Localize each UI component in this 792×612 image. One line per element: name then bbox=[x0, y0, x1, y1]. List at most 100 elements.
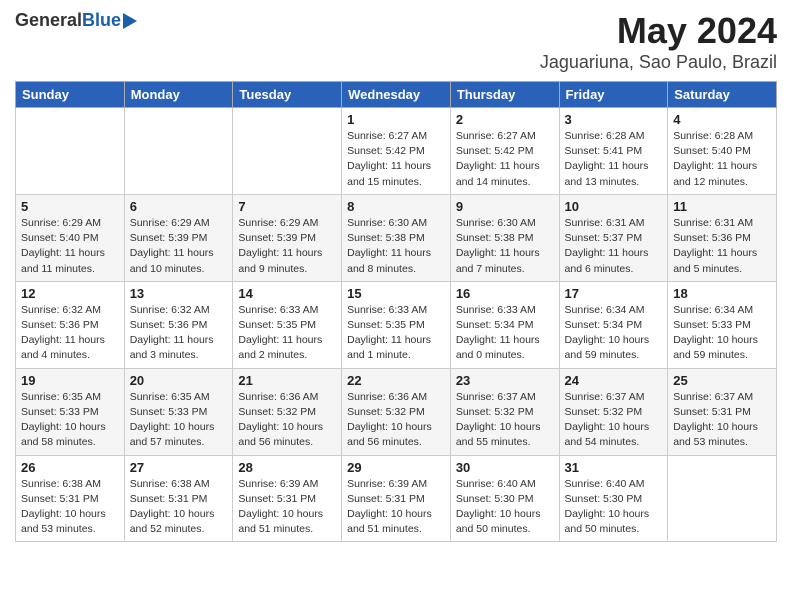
calendar-cell bbox=[16, 108, 125, 195]
day-number: 11 bbox=[673, 199, 771, 214]
day-info: Sunrise: 6:33 AM Sunset: 5:35 PM Dayligh… bbox=[347, 303, 445, 364]
calendar-cell: 25 Sunrise: 6:37 AM Sunset: 5:31 PM Dayli… bbox=[668, 368, 777, 455]
weekday-header-tuesday: Tuesday bbox=[233, 82, 342, 108]
logo-general: General bbox=[15, 10, 82, 31]
day-info: Sunrise: 6:30 AM Sunset: 5:38 PM Dayligh… bbox=[456, 216, 554, 277]
day-number: 6 bbox=[130, 199, 228, 214]
day-number: 7 bbox=[238, 199, 336, 214]
calendar-cell: 18Sunrise: 6:34 AM Sunset: 5:33 PM Dayli… bbox=[668, 281, 777, 368]
logo: General Blue bbox=[15, 10, 137, 31]
day-info: Sunrise: 6:28 AM Sunset: 5:41 PM Dayligh… bbox=[565, 129, 663, 190]
logo-arrow-icon bbox=[123, 13, 137, 29]
day-info: Sunrise: 6:37 AM Sunset: 5:31 PM Dayligh… bbox=[673, 390, 771, 451]
calendar-cell: 26 Sunrise: 6:38 AM Sunset: 5:31 PM Dayli… bbox=[16, 455, 125, 542]
day-number: 8 bbox=[347, 199, 445, 214]
day-number: 31 bbox=[565, 460, 663, 475]
calendar-week-row: 12 Sunrise: 6:32 AM Sunset: 5:36 PM Dayli… bbox=[16, 281, 777, 368]
calendar-cell: 16 Sunrise: 6:33 AM Sunset: 5:34 PM Dayli… bbox=[450, 281, 559, 368]
calendar-cell bbox=[233, 108, 342, 195]
day-number: 29 bbox=[347, 460, 445, 475]
calendar-cell: 21 Sunrise: 6:36 AM Sunset: 5:32 PM Dayli… bbox=[233, 368, 342, 455]
day-number: 12 bbox=[21, 286, 119, 301]
day-info: Sunrise: 6:31 AM Sunset: 5:36 PM Dayligh… bbox=[673, 216, 771, 277]
day-number: 27 bbox=[130, 460, 228, 475]
calendar-cell: 6 Sunrise: 6:29 AM Sunset: 5:39 PM Daylig… bbox=[124, 194, 233, 281]
calendar-cell: 7 Sunrise: 6:29 AM Sunset: 5:39 PM Daylig… bbox=[233, 194, 342, 281]
calendar-cell: 13 Sunrise: 6:32 AM Sunset: 5:36 PM Dayli… bbox=[124, 281, 233, 368]
calendar-cell: 4 Sunrise: 6:28 AM Sunset: 5:40 PM Daylig… bbox=[668, 108, 777, 195]
day-info: Sunrise: 6:39 AM Sunset: 5:31 PM Dayligh… bbox=[238, 477, 336, 538]
day-number: 10 bbox=[565, 199, 663, 214]
day-number: 26 bbox=[21, 460, 119, 475]
day-info: Sunrise: 6:32 AM Sunset: 5:36 PM Dayligh… bbox=[21, 303, 119, 364]
day-info: Sunrise: 6:36 AM Sunset: 5:32 PM Dayligh… bbox=[238, 390, 336, 451]
day-number: 1 bbox=[347, 112, 445, 127]
calendar-cell: 8 Sunrise: 6:30 AM Sunset: 5:38 PM Daylig… bbox=[342, 194, 451, 281]
day-info: Sunrise: 6:37 AM Sunset: 5:32 PM Dayligh… bbox=[456, 390, 554, 451]
calendar-cell: 19 Sunrise: 6:35 AM Sunset: 5:33 PM Dayli… bbox=[16, 368, 125, 455]
day-info: Sunrise: 6:28 AM Sunset: 5:40 PM Dayligh… bbox=[673, 129, 771, 190]
day-info: Sunrise: 6:27 AM Sunset: 5:42 PM Dayligh… bbox=[347, 129, 445, 190]
day-info: Sunrise: 6:35 AM Sunset: 5:33 PM Dayligh… bbox=[130, 390, 228, 451]
calendar-cell: 15Sunrise: 6:33 AM Sunset: 5:35 PM Dayli… bbox=[342, 281, 451, 368]
day-info: Sunrise: 6:29 AM Sunset: 5:39 PM Dayligh… bbox=[238, 216, 336, 277]
day-number: 16 bbox=[456, 286, 554, 301]
day-number: 2 bbox=[456, 112, 554, 127]
day-info: Sunrise: 6:32 AM Sunset: 5:36 PM Dayligh… bbox=[130, 303, 228, 364]
day-info: Sunrise: 6:31 AM Sunset: 5:37 PM Dayligh… bbox=[565, 216, 663, 277]
calendar-cell: 5Sunrise: 6:29 AM Sunset: 5:40 PM Daylig… bbox=[16, 194, 125, 281]
day-info: Sunrise: 6:33 AM Sunset: 5:34 PM Dayligh… bbox=[456, 303, 554, 364]
day-info: Sunrise: 6:39 AM Sunset: 5:31 PM Dayligh… bbox=[347, 477, 445, 538]
day-info: Sunrise: 6:36 AM Sunset: 5:32 PM Dayligh… bbox=[347, 390, 445, 451]
logo-blue: Blue bbox=[82, 10, 121, 31]
location-title: Jaguariuna, Sao Paulo, Brazil bbox=[540, 52, 777, 73]
title-block: May 2024 Jaguariuna, Sao Paulo, Brazil bbox=[540, 10, 777, 73]
calendar-header-row: SundayMondayTuesdayWednesdayThursdayFrid… bbox=[16, 82, 777, 108]
day-number: 21 bbox=[238, 373, 336, 388]
calendar-cell: 2 Sunrise: 6:27 AM Sunset: 5:42 PM Daylig… bbox=[450, 108, 559, 195]
calendar-cell: 3Sunrise: 6:28 AM Sunset: 5:41 PM Daylig… bbox=[559, 108, 668, 195]
weekday-header-monday: Monday bbox=[124, 82, 233, 108]
day-number: 13 bbox=[130, 286, 228, 301]
day-number: 18 bbox=[673, 286, 771, 301]
calendar-cell: 27 Sunrise: 6:38 AM Sunset: 5:31 PM Dayli… bbox=[124, 455, 233, 542]
calendar-cell: 20 Sunrise: 6:35 AM Sunset: 5:33 PM Dayli… bbox=[124, 368, 233, 455]
day-number: 23 bbox=[456, 373, 554, 388]
day-info: Sunrise: 6:35 AM Sunset: 5:33 PM Dayligh… bbox=[21, 390, 119, 451]
day-info: Sunrise: 6:40 AM Sunset: 5:30 PM Dayligh… bbox=[456, 477, 554, 538]
calendar-cell: 31 Sunrise: 6:40 AM Sunset: 5:30 PM Dayli… bbox=[559, 455, 668, 542]
day-number: 30 bbox=[456, 460, 554, 475]
day-number: 20 bbox=[130, 373, 228, 388]
calendar-cell: 11 Sunrise: 6:31 AM Sunset: 5:36 PM Dayli… bbox=[668, 194, 777, 281]
day-info: Sunrise: 6:29 AM Sunset: 5:39 PM Dayligh… bbox=[130, 216, 228, 277]
day-info: Sunrise: 6:38 AM Sunset: 5:31 PM Dayligh… bbox=[130, 477, 228, 538]
calendar-week-row: 1 Sunrise: 6:27 AM Sunset: 5:42 PM Daylig… bbox=[16, 108, 777, 195]
page-header: General Blue May 2024 Jaguariuna, Sao Pa… bbox=[15, 10, 777, 73]
calendar-cell: 17 Sunrise: 6:34 AM Sunset: 5:34 PM Dayli… bbox=[559, 281, 668, 368]
day-number: 22 bbox=[347, 373, 445, 388]
calendar-cell: 22 Sunrise: 6:36 AM Sunset: 5:32 PM Dayli… bbox=[342, 368, 451, 455]
day-number: 4 bbox=[673, 112, 771, 127]
calendar-cell: 10 Sunrise: 6:31 AM Sunset: 5:37 PM Dayli… bbox=[559, 194, 668, 281]
weekday-header-wednesday: Wednesday bbox=[342, 82, 451, 108]
day-info: Sunrise: 6:40 AM Sunset: 5:30 PM Dayligh… bbox=[565, 477, 663, 538]
calendar-cell: 1 Sunrise: 6:27 AM Sunset: 5:42 PM Daylig… bbox=[342, 108, 451, 195]
day-info: Sunrise: 6:38 AM Sunset: 5:31 PM Dayligh… bbox=[21, 477, 119, 538]
day-info: Sunrise: 6:37 AM Sunset: 5:32 PM Dayligh… bbox=[565, 390, 663, 451]
calendar-cell: 9 Sunrise: 6:30 AM Sunset: 5:38 PM Daylig… bbox=[450, 194, 559, 281]
calendar-cell: 30 Sunrise: 6:40 AM Sunset: 5:30 PM Dayli… bbox=[450, 455, 559, 542]
day-number: 17 bbox=[565, 286, 663, 301]
day-info: Sunrise: 6:27 AM Sunset: 5:42 PM Dayligh… bbox=[456, 129, 554, 190]
day-info: Sunrise: 6:34 AM Sunset: 5:34 PM Dayligh… bbox=[565, 303, 663, 364]
day-number: 25 bbox=[673, 373, 771, 388]
calendar-week-row: 26 Sunrise: 6:38 AM Sunset: 5:31 PM Dayli… bbox=[16, 455, 777, 542]
day-number: 9 bbox=[456, 199, 554, 214]
day-number: 19 bbox=[21, 373, 119, 388]
day-info: Sunrise: 6:30 AM Sunset: 5:38 PM Dayligh… bbox=[347, 216, 445, 277]
weekday-header-friday: Friday bbox=[559, 82, 668, 108]
weekday-header-saturday: Saturday bbox=[668, 82, 777, 108]
calendar-cell: 28Sunrise: 6:39 AM Sunset: 5:31 PM Dayli… bbox=[233, 455, 342, 542]
weekday-header-thursday: Thursday bbox=[450, 82, 559, 108]
calendar-cell: 12 Sunrise: 6:32 AM Sunset: 5:36 PM Dayli… bbox=[16, 281, 125, 368]
calendar-cell: 29 Sunrise: 6:39 AM Sunset: 5:31 PM Dayli… bbox=[342, 455, 451, 542]
